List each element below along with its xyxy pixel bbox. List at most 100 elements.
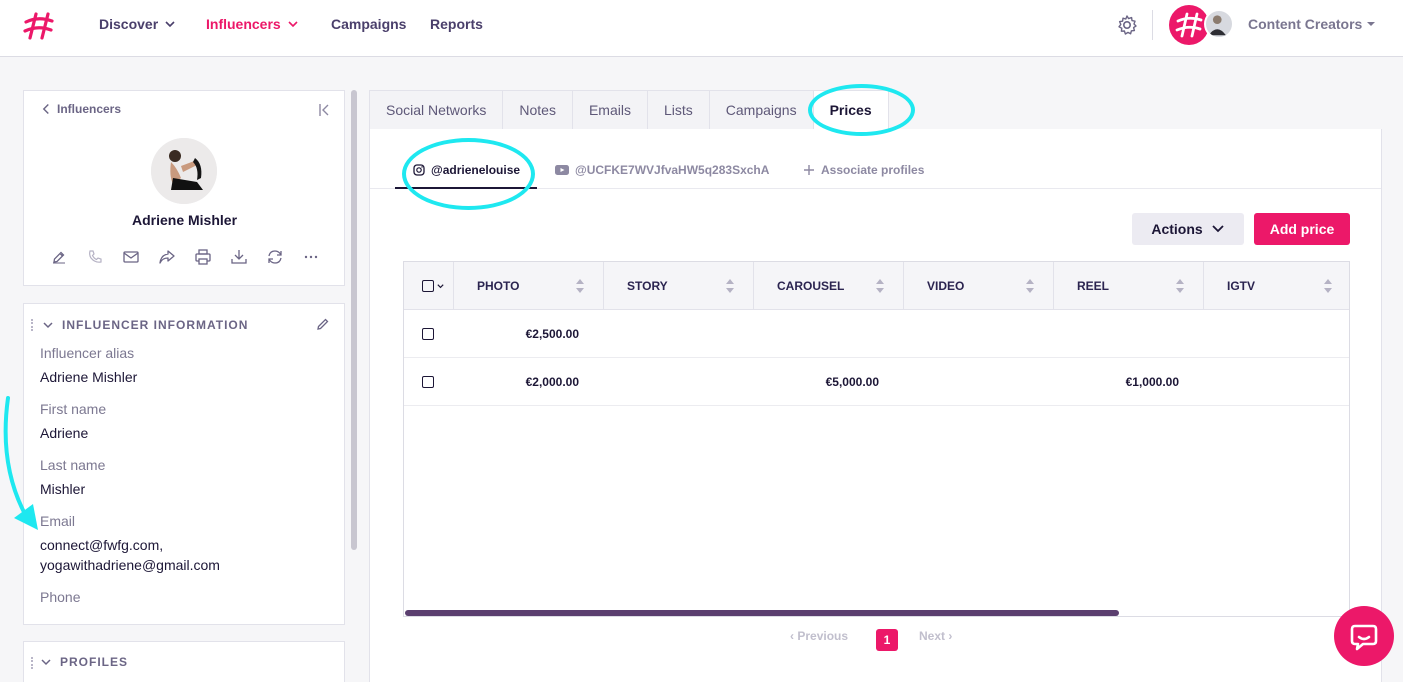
caret-down-icon bbox=[1367, 22, 1376, 26]
column-label: PHOTO bbox=[477, 279, 520, 293]
annotation-arrow bbox=[3, 396, 38, 530]
section-title: PROFILES bbox=[60, 655, 129, 669]
hashtag-logo-icon bbox=[1175, 12, 1203, 38]
print-icon[interactable] bbox=[194, 248, 212, 266]
pagination-page[interactable]: 1 bbox=[876, 629, 898, 651]
chevron-down-icon bbox=[1212, 225, 1224, 233]
prices-panel: @adrienelouise @UCFKE7WVJfvaHW5q283SxchA… bbox=[369, 129, 1382, 682]
column-igtv[interactable]: IGTV bbox=[1204, 262, 1349, 310]
navbar-divider bbox=[1152, 10, 1153, 40]
chevron-down-icon bbox=[288, 21, 298, 28]
edit-icon[interactable] bbox=[50, 248, 68, 266]
add-price-button[interactable]: Add price bbox=[1254, 213, 1350, 245]
select-all-header[interactable] bbox=[404, 262, 454, 310]
carousel-price: €5,000.00 bbox=[825, 375, 879, 389]
brand-avatar[interactable] bbox=[1169, 5, 1209, 45]
hashtag-logo-icon[interactable] bbox=[22, 10, 56, 42]
plus-icon bbox=[804, 165, 814, 175]
gear-icon[interactable] bbox=[1116, 14, 1138, 36]
chevron-down-icon bbox=[41, 659, 51, 666]
back-label: Influencers bbox=[57, 102, 122, 116]
tab-campaigns[interactable]: Campaigns bbox=[709, 90, 814, 130]
nav-discover[interactable]: Discover bbox=[99, 16, 176, 32]
sort-icon[interactable] bbox=[1323, 277, 1333, 295]
download-icon[interactable] bbox=[230, 248, 248, 266]
chevron-down-icon bbox=[165, 21, 175, 28]
tab-social-networks[interactable]: Social Networks bbox=[369, 90, 504, 130]
table-horizontal-scrollbar[interactable] bbox=[405, 610, 1119, 616]
share-icon[interactable] bbox=[158, 248, 176, 266]
drag-handle[interactable] bbox=[31, 319, 35, 331]
associate-profiles-link[interactable]: Associate profiles bbox=[803, 163, 924, 177]
email-value-primary: connect@fwfg.com, bbox=[40, 537, 164, 553]
column-photo[interactable]: PHOTO bbox=[454, 262, 604, 310]
yoga-pose-photo bbox=[151, 138, 217, 204]
back-to-influencers-link[interactable]: Influencers bbox=[42, 102, 121, 116]
phone-icon[interactable] bbox=[86, 248, 104, 266]
email-value-secondary: yogawithadriene@gmail.com bbox=[40, 557, 220, 573]
table-row[interactable]: €2,500.00 bbox=[404, 310, 1349, 358]
person-icon bbox=[1208, 15, 1226, 36]
pagination-next[interactable]: Next › bbox=[919, 629, 952, 643]
more-icon[interactable] bbox=[302, 248, 320, 266]
instagram-handle-highlight bbox=[402, 138, 535, 210]
pagination-previous[interactable]: ‹ Previous bbox=[790, 629, 848, 643]
refresh-icon[interactable] bbox=[266, 248, 284, 266]
tab-emails[interactable]: Emails bbox=[572, 90, 648, 130]
nav-discover-label: Discover bbox=[99, 16, 159, 32]
pencil-icon[interactable] bbox=[316, 317, 330, 331]
tab-notes[interactable]: Notes bbox=[503, 90, 573, 130]
sort-icon[interactable] bbox=[1025, 277, 1035, 295]
column-label: IGTV bbox=[1227, 279, 1256, 293]
collapse-panel-icon[interactable] bbox=[318, 103, 330, 117]
user-avatar[interactable] bbox=[1204, 9, 1234, 39]
row-checkbox[interactable] bbox=[422, 328, 434, 340]
column-carousel[interactable]: CAROUSEL bbox=[754, 262, 904, 310]
profiles-header[interactable]: PROFILES bbox=[40, 655, 128, 669]
photo-price: €2,500.00 bbox=[525, 327, 579, 341]
column-video[interactable]: VIDEO bbox=[904, 262, 1054, 310]
help-chat-button[interactable] bbox=[1334, 606, 1394, 666]
select-all-checkbox[interactable] bbox=[422, 280, 434, 292]
table-row[interactable]: €2,000.00 €5,000.00 €1,000.00 bbox=[404, 358, 1349, 406]
actions-dropdown-button[interactable]: Actions bbox=[1132, 213, 1244, 245]
sort-icon[interactable] bbox=[575, 277, 585, 295]
mail-icon[interactable] bbox=[122, 248, 140, 266]
photo-price: €2,000.00 bbox=[525, 375, 579, 389]
table-header: PHOTO STORY CAROUSEL VIDEO REEL IGTV bbox=[404, 262, 1349, 310]
row-checkbox[interactable] bbox=[422, 376, 434, 388]
sort-icon[interactable] bbox=[725, 277, 735, 295]
chevron-down-icon[interactable] bbox=[436, 282, 445, 291]
sort-icon[interactable] bbox=[1175, 277, 1185, 295]
influencer-information-header[interactable]: INFLUENCER INFORMATION bbox=[42, 318, 248, 332]
nav-reports-label: Reports bbox=[430, 16, 483, 32]
subtab-youtube[interactable]: @UCFKE7WVJfvaHW5q283SxchA bbox=[555, 163, 769, 177]
chevron-left-icon bbox=[42, 103, 49, 115]
nav-campaigns-label: Campaigns bbox=[331, 16, 407, 32]
account-menu-label: Content Creators bbox=[1248, 16, 1363, 32]
associate-label: Associate profiles bbox=[821, 163, 925, 177]
profiles-card: PROFILES bbox=[23, 641, 345, 682]
sort-icon[interactable] bbox=[875, 277, 885, 295]
nav-influencers[interactable]: Influencers bbox=[206, 16, 299, 32]
account-menu[interactable]: Content Creators bbox=[1248, 16, 1376, 32]
column-reel[interactable]: REEL bbox=[1054, 262, 1204, 310]
tab-lists[interactable]: Lists bbox=[647, 90, 710, 130]
prices-tab-highlight bbox=[808, 84, 915, 136]
youtube-channel: @UCFKE7WVJfvaHW5q283SxchA bbox=[575, 163, 770, 177]
nav-campaigns[interactable]: Campaigns bbox=[331, 16, 406, 32]
column-story[interactable]: STORY bbox=[604, 262, 754, 310]
top-navbar: Discover Influencers Campaigns Reports C… bbox=[0, 0, 1403, 57]
alias-value: Adriene Mishler bbox=[40, 369, 138, 385]
chat-icon bbox=[1350, 624, 1378, 651]
alias-label: Influencer alias bbox=[40, 345, 135, 361]
section-title: INFLUENCER INFORMATION bbox=[62, 318, 249, 332]
next-label: Next bbox=[919, 629, 946, 643]
phone-label: Phone bbox=[40, 589, 81, 605]
drag-handle[interactable] bbox=[31, 657, 35, 669]
column-label: REEL bbox=[1077, 279, 1110, 293]
influencer-name: Adriene Mishler bbox=[131, 212, 238, 228]
nav-reports[interactable]: Reports bbox=[430, 16, 483, 32]
sidebar-scrollbar[interactable] bbox=[351, 90, 357, 550]
column-label: CAROUSEL bbox=[777, 279, 845, 293]
